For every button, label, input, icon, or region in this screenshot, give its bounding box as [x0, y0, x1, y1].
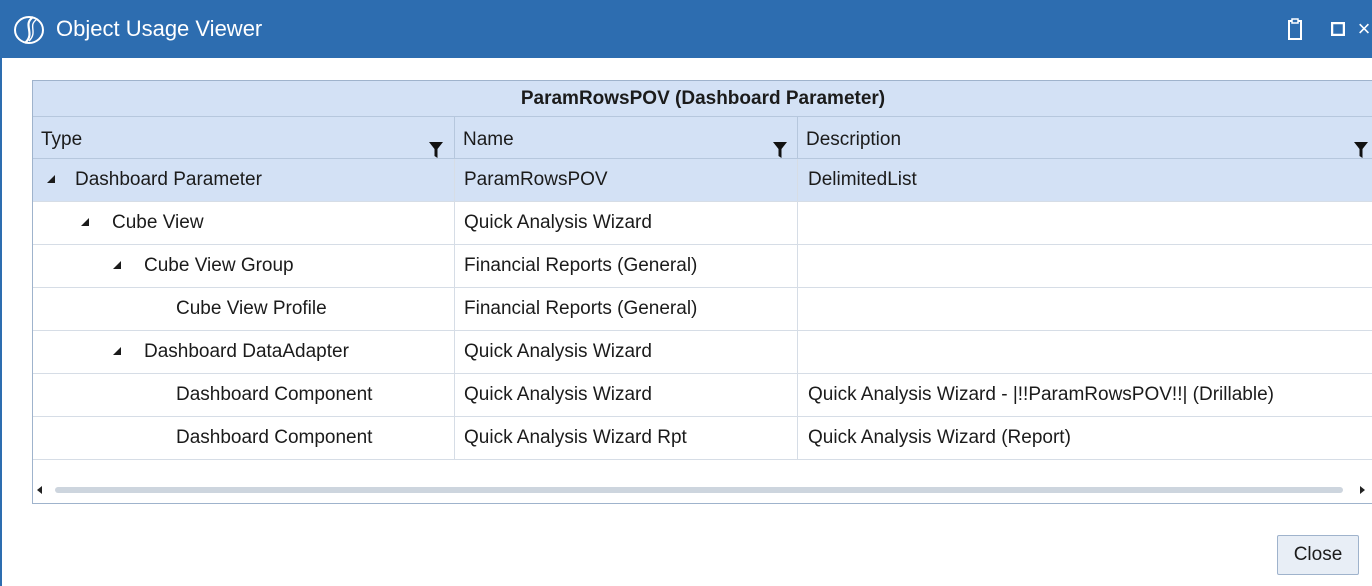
- type-label: Cube View: [112, 212, 204, 233]
- scrollbar-thumb[interactable]: [55, 487, 1343, 493]
- column-headers: Type Name Description: [33, 117, 1372, 159]
- collapse-arrow-icon[interactable]: [47, 175, 55, 183]
- table-row[interactable]: Cube View Group Financial Reports (Gener…: [33, 245, 1372, 288]
- column-header-label: Type: [41, 129, 83, 150]
- name-cell: Financial Reports (General): [455, 288, 798, 330]
- name-cell: Quick Analysis Wizard: [455, 374, 798, 416]
- description-cell: Quick Analysis Wizard (Report): [808, 427, 1071, 448]
- horizontal-scrollbar[interactable]: [33, 476, 1372, 503]
- type-cell: Cube View: [33, 202, 455, 244]
- window-title: Object Usage Viewer: [56, 16, 263, 41]
- name-cell: Quick Analysis Wizard: [455, 331, 798, 373]
- column-header-description[interactable]: Description: [798, 117, 1372, 159]
- column-header-name[interactable]: Name: [455, 117, 798, 159]
- close-button[interactable]: Close: [1277, 535, 1359, 575]
- filter-icon[interactable]: [773, 130, 787, 158]
- name-cell: ParamRowsPOV: [455, 159, 798, 201]
- clipboard-icon[interactable]: [1282, 14, 1308, 44]
- scroll-right-arrow-icon[interactable]: [1360, 486, 1365, 494]
- column-header-label: Description: [806, 129, 902, 150]
- column-header-type[interactable]: Type: [33, 117, 455, 159]
- name-cell: Quick Analysis Wizard Rpt: [455, 417, 798, 459]
- table-row[interactable]: Cube View Profile Financial Reports (Gen…: [33, 288, 1372, 331]
- collapse-arrow-icon[interactable]: [113, 347, 121, 355]
- type-label: Cube View Group: [144, 255, 294, 276]
- collapse-arrow-icon[interactable]: [81, 218, 89, 226]
- table-row[interactable]: Dashboard Component Quick Analysis Wizar…: [33, 374, 1372, 417]
- table-row[interactable]: Cube View Quick Analysis Wizard: [33, 202, 1372, 245]
- filter-icon[interactable]: [429, 130, 443, 158]
- type-cell: Cube View Group: [33, 245, 455, 287]
- name-cell: Quick Analysis Wizard: [455, 202, 798, 244]
- filter-icon[interactable]: [1354, 130, 1368, 158]
- maximize-icon[interactable]: [1323, 14, 1353, 44]
- table-row[interactable]: Dashboard Parameter ParamRowsPOV Delimit…: [33, 159, 1372, 202]
- table-row[interactable]: Dashboard DataAdapter Quick Analysis Wiz…: [33, 331, 1372, 374]
- name-cell: Financial Reports (General): [455, 245, 798, 287]
- scroll-left-arrow-icon[interactable]: [37, 486, 42, 494]
- description-cell: Quick Analysis Wizard - |!!ParamRowsPOV!…: [808, 384, 1274, 405]
- type-cell: Cube View Profile: [33, 288, 455, 330]
- type-cell: Dashboard Component: [33, 374, 455, 416]
- usage-grid: ParamRowsPOV (Dashboard Parameter) Type …: [32, 80, 1372, 504]
- description-cell: [798, 288, 1372, 330]
- description-cell: [798, 245, 1372, 287]
- description-cell: [798, 202, 1372, 244]
- type-cell: Dashboard Component: [33, 417, 455, 459]
- type-label: Dashboard Component: [176, 427, 373, 448]
- window-body: ParamRowsPOV (Dashboard Parameter) Type …: [0, 58, 1372, 586]
- type-cell: Dashboard Parameter: [33, 159, 455, 201]
- group-header: ParamRowsPOV (Dashboard Parameter): [33, 81, 1372, 117]
- type-label: Dashboard DataAdapter: [144, 341, 349, 362]
- title-bar: Object Usage Viewer ×: [0, 0, 1372, 58]
- type-label: Dashboard Component: [176, 384, 373, 405]
- type-cell: Dashboard DataAdapter: [33, 331, 455, 373]
- collapse-arrow-icon[interactable]: [113, 261, 121, 269]
- type-label: Cube View Profile: [176, 298, 327, 319]
- close-icon[interactable]: ×: [1356, 14, 1372, 44]
- table-row[interactable]: Dashboard Component Quick Analysis Wizar…: [33, 417, 1372, 460]
- description-cell: [798, 331, 1372, 373]
- description-cell: DelimitedList: [808, 169, 917, 190]
- column-header-label: Name: [463, 129, 514, 150]
- onestream-logo-icon: [12, 13, 46, 47]
- type-label: Dashboard Parameter: [75, 169, 262, 190]
